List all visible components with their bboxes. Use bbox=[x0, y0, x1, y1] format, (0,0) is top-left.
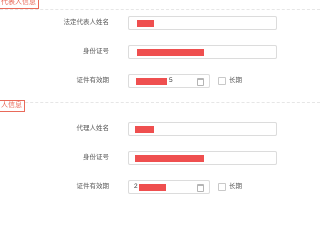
date-value-suffix: 5 bbox=[169, 77, 173, 84]
legal-rep-validity-row: 证件有效期 5 长期 bbox=[0, 74, 320, 88]
long-term-label: 长期 bbox=[229, 77, 242, 84]
legal-rep-id-label: 身份证号 bbox=[83, 48, 109, 55]
redacted-value bbox=[137, 20, 154, 27]
checkbox-box[interactable] bbox=[218, 183, 226, 191]
calendar-icon[interactable] bbox=[197, 184, 204, 192]
agent-validity-date-input[interactable]: 2 bbox=[128, 180, 210, 194]
agent-validity-row: 证件有效期 2 长期 bbox=[0, 180, 320, 194]
legal-rep-id-input[interactable] bbox=[128, 45, 277, 59]
long-term-label: 长期 bbox=[229, 183, 242, 190]
agent-id-label: 身份证号 bbox=[83, 154, 109, 161]
section-divider bbox=[0, 102, 320, 103]
legal-rep-section-title: 代表人信息 bbox=[0, 0, 39, 9]
legal-rep-validity-label: 证件有效期 bbox=[76, 77, 110, 84]
date-value-prefix: 2 bbox=[134, 183, 138, 190]
redacted-value bbox=[136, 78, 167, 85]
legal-rep-name-label: 法定代表人姓名 bbox=[63, 19, 110, 26]
agent-name-input[interactable] bbox=[128, 122, 277, 136]
agent-validity-label: 证件有效期 bbox=[76, 183, 110, 190]
legal-rep-validity-date-input[interactable]: 5 bbox=[128, 74, 210, 88]
checkbox-box[interactable] bbox=[218, 77, 226, 85]
section-divider bbox=[0, 9, 320, 10]
legal-rep-name-input[interactable] bbox=[128, 16, 277, 30]
redacted-value bbox=[135, 155, 204, 162]
calendar-icon[interactable] bbox=[197, 78, 204, 86]
agent-name-label: 代理人姓名 bbox=[76, 125, 110, 132]
redacted-value bbox=[137, 49, 204, 56]
legal-rep-id-row: 身份证号 bbox=[0, 45, 320, 59]
agent-section-title: 人信息 bbox=[0, 100, 25, 112]
agent-name-row: 代理人姓名 bbox=[0, 122, 320, 136]
legal-rep-name-row: 法定代表人姓名 bbox=[0, 16, 320, 30]
agent-id-row: 身份证号 bbox=[0, 151, 320, 165]
redacted-value bbox=[135, 126, 154, 133]
agent-id-input[interactable] bbox=[128, 151, 277, 165]
redacted-value bbox=[139, 184, 166, 191]
